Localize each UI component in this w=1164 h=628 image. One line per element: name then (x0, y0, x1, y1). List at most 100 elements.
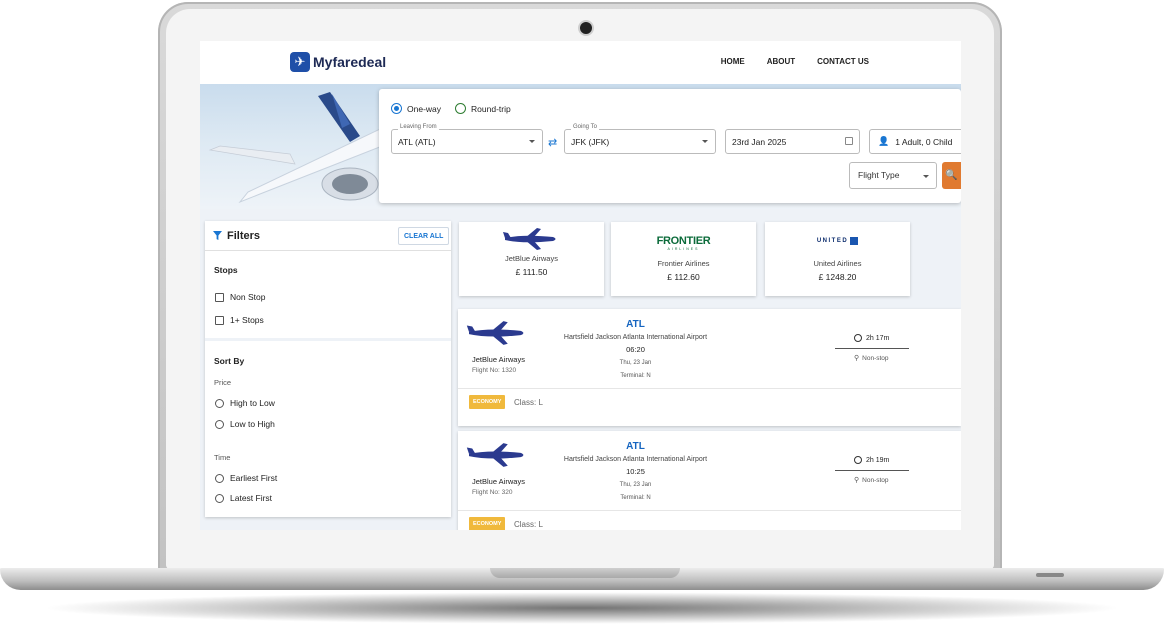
calendar-icon[interactable] (845, 137, 853, 145)
stops-value: Non-stop (862, 354, 889, 362)
airport-code: ATL (626, 319, 645, 330)
airline-card-frontier[interactable]: FRONTIER AIRLINES Frontier Airlines £ 11… (611, 222, 756, 296)
clear-all-button[interactable]: CLEAR ALL (398, 227, 450, 245)
laptop-shadow (40, 592, 1124, 624)
leaving-from-label: Leaving From (398, 124, 439, 130)
checkbox-icon[interactable] (215, 315, 224, 325)
airline-card-united[interactable]: UNITED United Airlines £ 1248.20 (765, 222, 910, 296)
nav-home[interactable]: HOME (721, 57, 745, 66)
terminal: Terminal: N (620, 495, 651, 501)
united-logo-text: UNITED (816, 238, 849, 244)
booking-class: Class: L (514, 398, 543, 407)
airline-name: Frontier Airlines (657, 259, 710, 268)
booking-class: Class: L (514, 520, 543, 529)
going-to-value: JFK (JFK) (571, 136, 610, 147)
airline-name: United Airlines (813, 259, 862, 268)
search-panel: One-way Round-trip Leaving From ATL (ATL… (379, 89, 961, 203)
airline-price: £ 1248.20 (818, 272, 857, 282)
flight-result-card[interactable]: JetBlue Airways Flight No: 1320 ATL Hart… (458, 309, 961, 426)
united-logo: UNITED (765, 237, 910, 245)
radio-icon[interactable] (215, 493, 224, 503)
duration-line (835, 470, 909, 471)
going-to-select[interactable]: Going To JFK (JFK) (564, 124, 716, 154)
radio-icon[interactable] (215, 419, 224, 429)
flight-result-card[interactable]: JetBlue Airways Flight No: 320 ATL Harts… (458, 431, 961, 530)
location-pin-icon: ⚲ (854, 477, 860, 484)
date-value: 23rd Jan 2025 (732, 136, 787, 147)
stop-option-non-stop[interactable]: Non Stop (215, 292, 265, 302)
sort-low-to-high[interactable]: Low to High (215, 419, 275, 429)
location-pin-icon: ⚲ (854, 355, 860, 362)
leaving-from-select[interactable]: Leaving From ATL (ATL) (391, 124, 543, 154)
date-field[interactable]: 23rd Jan 2025 (725, 129, 860, 154)
travellers-value: 1 Adult, 0 Child (895, 136, 953, 147)
plane-logo-icon (503, 228, 556, 250)
departure-time: 10:25 (626, 467, 645, 476)
flight-type-select[interactable]: Flight Type (849, 162, 937, 189)
airport-name: Hartsfield Jackson Atlanta International… (563, 456, 708, 463)
plane-logo-icon: ✈ (290, 52, 310, 72)
laptop-notch (490, 568, 680, 578)
stops-title: Stops (214, 265, 238, 275)
radio-icon[interactable] (215, 473, 224, 483)
terminal: Terminal: N (620, 373, 651, 379)
sort-by-title: Sort By (214, 356, 245, 366)
radio-selected-icon (391, 103, 402, 114)
laptop-frame: ✈ Myfaredeal HOME ABOUT CONTACT US One-w… (0, 0, 1164, 628)
card-divider (458, 388, 961, 389)
duration: 2h 17m (854, 334, 889, 342)
filters-title: Filters (227, 229, 261, 242)
going-to-label: Going To (571, 124, 599, 130)
stop-option-1-plus[interactable]: 1+ Stops (215, 315, 264, 325)
stops: ⚲ Non-stop (854, 476, 889, 485)
time-label: Time (214, 453, 231, 462)
card-divider (458, 510, 961, 511)
sort-earliest-first[interactable]: Earliest First (215, 473, 277, 483)
price-label: Price (214, 378, 232, 387)
screen: ✈ Myfaredeal HOME ABOUT CONTACT US One-w… (200, 41, 961, 530)
stops: ⚲ Non-stop (854, 354, 889, 363)
duration-value: 2h 19m (866, 456, 890, 464)
trip-round-trip[interactable]: Round-trip (455, 103, 511, 114)
clock-icon (854, 334, 862, 342)
swap-icon[interactable]: ⇄ (548, 136, 557, 149)
airport-name: Hartsfield Jackson Atlanta International… (563, 334, 708, 341)
person-icon: 👤 (878, 136, 890, 146)
radio-icon[interactable] (215, 398, 224, 408)
section-divider (205, 338, 451, 341)
nav-contact[interactable]: CONTACT US (817, 57, 869, 66)
travellers-field[interactable]: 👤 1 Adult, 0 Child (869, 129, 961, 154)
search-button[interactable]: 🔍 (942, 162, 961, 189)
sort-option-label: Low to High (230, 419, 275, 429)
cabin-badge: ECONOMY (469, 395, 506, 409)
flight-type-placeholder: Flight Type (858, 170, 900, 180)
airline-price: £ 112.60 (667, 272, 700, 282)
trip-round-trip-label: Round-trip (471, 103, 511, 114)
frontier-logo-sub: AIRLINES (667, 247, 700, 251)
filters-header: Filters CLEAR ALL (205, 221, 451, 251)
filter-icon (213, 231, 222, 240)
globe-icon (850, 237, 859, 245)
chevron-down-icon (702, 140, 708, 143)
laptop-port (1036, 573, 1064, 577)
checkbox-icon[interactable] (215, 292, 224, 302)
stops-value: Non-stop (862, 476, 889, 484)
airline-card-jetblue[interactable]: JetBlue Airways £ 111.50 (459, 222, 604, 296)
trip-one-way[interactable]: One-way (391, 103, 441, 114)
trip-type-radio-group: One-way Round-trip (391, 103, 511, 114)
nav-about[interactable]: ABOUT (767, 57, 795, 66)
sort-option-label: High to Low (230, 398, 275, 408)
airline-price: £ 111.50 (515, 267, 548, 277)
sort-latest-first[interactable]: Latest First (215, 493, 272, 503)
site-logo[interactable]: ✈ Myfaredeal (290, 52, 386, 72)
cabin-badge: ECONOMY (469, 517, 506, 530)
sort-option-label: Earliest First (230, 473, 278, 483)
radio-unselected-icon (455, 103, 467, 114)
sort-high-to-low[interactable]: High to Low (215, 398, 275, 408)
departure-time: 06:20 (626, 345, 645, 354)
airport-code: ATL (626, 441, 645, 452)
logo-text: Myfaredeal (313, 54, 387, 70)
nav-links: HOME ABOUT CONTACT US (721, 57, 869, 66)
camera-icon (580, 22, 592, 34)
chevron-down-icon (529, 140, 535, 143)
